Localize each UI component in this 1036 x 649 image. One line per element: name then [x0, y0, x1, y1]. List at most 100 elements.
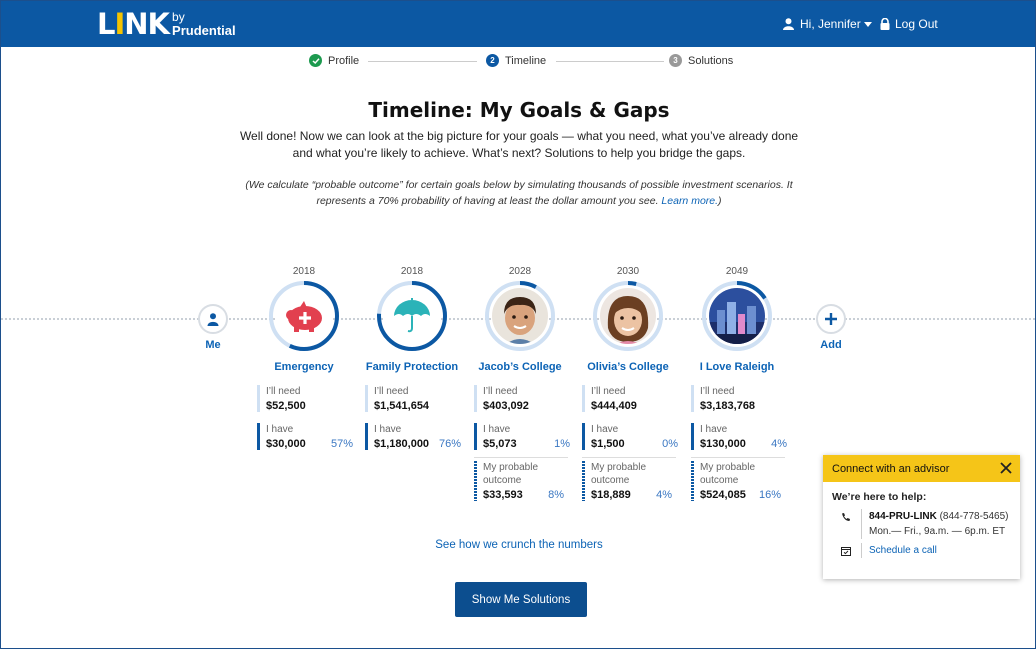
stepper-line [556, 61, 664, 62]
check-icon [309, 54, 322, 67]
have-label: I have [374, 424, 402, 435]
probable-percent: 16% [758, 489, 781, 501]
need-bar [257, 385, 260, 412]
greeting-text: Hi, Jennifer [800, 17, 861, 31]
divider [691, 457, 785, 458]
have-percent: 76% [438, 438, 461, 450]
step-label: Profile [328, 54, 360, 67]
divider [474, 457, 568, 458]
have-percent: 0% [662, 438, 678, 450]
app-frame: LINK by Prudential Hi, Jennifer Log Out … [0, 0, 1036, 649]
top-bar: LINK by Prudential Hi, Jennifer Log Out [1, 1, 1035, 47]
page-title: Timeline: My Goals & Gaps [368, 98, 670, 122]
intro-text: Well done! Now we can look at the big pi… [239, 129, 799, 160]
step-label: Timeline [505, 54, 547, 67]
probable-label: My probable outcome [700, 462, 756, 486]
need-label: I’ll need [374, 386, 409, 397]
goal-name: Emergency [274, 361, 334, 373]
need-label: I’ll need [591, 386, 626, 397]
me-circle [198, 304, 228, 334]
need-label: I’ll need [700, 386, 735, 397]
have-percent: 4% [771, 438, 787, 450]
probable-bar [474, 461, 477, 501]
goal-name: Jacob’s College [478, 361, 562, 373]
progress-stepper: Profile 2 Timeline 3 Solutions [1, 53, 1035, 71]
have-bar [582, 423, 585, 450]
goal-name: I Love Raleigh [699, 361, 775, 373]
chevron-down-icon [863, 21, 872, 27]
lock-icon [880, 18, 890, 30]
need-value: $1,541,654 [374, 400, 430, 412]
phone-number[interactable]: (844-778-5465) [940, 511, 1009, 522]
girl-photo [600, 288, 656, 344]
have-bar [691, 423, 694, 450]
advisor-title: Connect with an advisor [832, 462, 950, 475]
goal-olivias-college[interactable]: 2030 Olivia’s College [573, 266, 683, 373]
need-stat: I’ll need $444,409 [582, 385, 682, 412]
have-label: I have [483, 424, 511, 435]
goal-progress-ring [592, 280, 664, 352]
probable-bar [691, 461, 694, 501]
show-solutions-button[interactable]: Show Me Solutions [455, 582, 587, 617]
need-label: I’ll need [266, 386, 301, 397]
have-percent: 57% [330, 438, 353, 450]
add-label: Add [820, 339, 842, 351]
goal-progress-ring [484, 280, 556, 352]
logo-by: by Prudential [172, 11, 236, 38]
need-stat: I’ll need $1,541,654 [365, 385, 465, 412]
probable-bar [582, 461, 585, 501]
have-percent: 1% [554, 438, 570, 450]
goal-progress-ring [701, 280, 773, 352]
note-end: ) [718, 195, 722, 207]
have-stat: I have $1,500 0% [582, 423, 682, 450]
goal-jacobs-college[interactable]: 2028 Jacob’s College [465, 266, 575, 373]
need-stat: I’ll need $3,183,768 [691, 385, 791, 412]
user-menu[interactable]: Hi, Jennifer [783, 17, 872, 31]
phone-name[interactable]: 844-PRU-LINK [869, 511, 937, 522]
need-label: I’ll need [483, 386, 518, 397]
logout-link[interactable]: Log Out [880, 17, 938, 31]
step-solutions[interactable]: 3 Solutions [669, 54, 733, 67]
add-circle [816, 304, 846, 334]
office-hours: Mon.— Fri., 9a.m. — 6p.m. ET [869, 526, 1006, 537]
have-label: I have [266, 424, 294, 435]
step-profile[interactable]: Profile [309, 54, 359, 67]
goal-name: Family Protection [365, 361, 459, 373]
probable-percent: 8% [548, 489, 564, 501]
logo-brand-text: Prudential [172, 23, 236, 38]
need-bar [365, 385, 368, 412]
probable-stat: My probable outcome $18,889 4% [582, 461, 676, 501]
me-label: Me [205, 339, 221, 351]
advisor-phone-row: 844-PRU-LINK (844-778-5465) Mon.— Fri., … [841, 509, 1020, 539]
add-goal-node[interactable]: Add [816, 304, 846, 351]
probable-percent: 4% [656, 489, 672, 501]
have-bar [474, 423, 477, 450]
link-by-prudential-logo[interactable]: LINK by Prudential [97, 7, 236, 41]
advisor-schedule-row: Schedule a call [841, 543, 1020, 558]
step-timeline[interactable]: 2 Timeline [486, 54, 546, 67]
goal-progress-ring [376, 280, 448, 352]
goal-i-love-raleigh[interactable]: 2049 I Love Raleigh [682, 266, 792, 373]
me-node[interactable]: Me [198, 304, 228, 351]
divider [582, 457, 676, 458]
goal-year: 2030 [616, 266, 640, 277]
probable-stat: My probable outcome $33,593 8% [474, 461, 568, 501]
close-icon[interactable] [1000, 462, 1012, 474]
probable-stat: My probable outcome $524,085 16% [691, 461, 785, 501]
probable-label: My probable outcome [483, 462, 539, 486]
goal-progress-ring [268, 280, 340, 352]
need-stat: I’ll need $52,500 [257, 385, 357, 412]
goal-family-protection[interactable]: 2018 Family Protection [357, 266, 467, 373]
calendar-check-icon [841, 547, 851, 556]
user-icon [783, 18, 794, 30]
schedule-call-link[interactable]: Schedule a call [869, 545, 937, 556]
logo-link-text: LINK [97, 7, 170, 41]
goal-emergency[interactable]: 2018 Emergency [249, 266, 359, 373]
advisor-header: Connect with an advisor [823, 455, 1020, 482]
umbrella-icon [384, 288, 440, 344]
step-label: Solutions [688, 54, 734, 67]
learn-more-link[interactable]: Learn more. [661, 195, 718, 207]
advisor-subtitle: We’re here to help: [832, 491, 927, 503]
need-value: $403,092 [483, 400, 529, 412]
stepper-line [368, 61, 477, 62]
